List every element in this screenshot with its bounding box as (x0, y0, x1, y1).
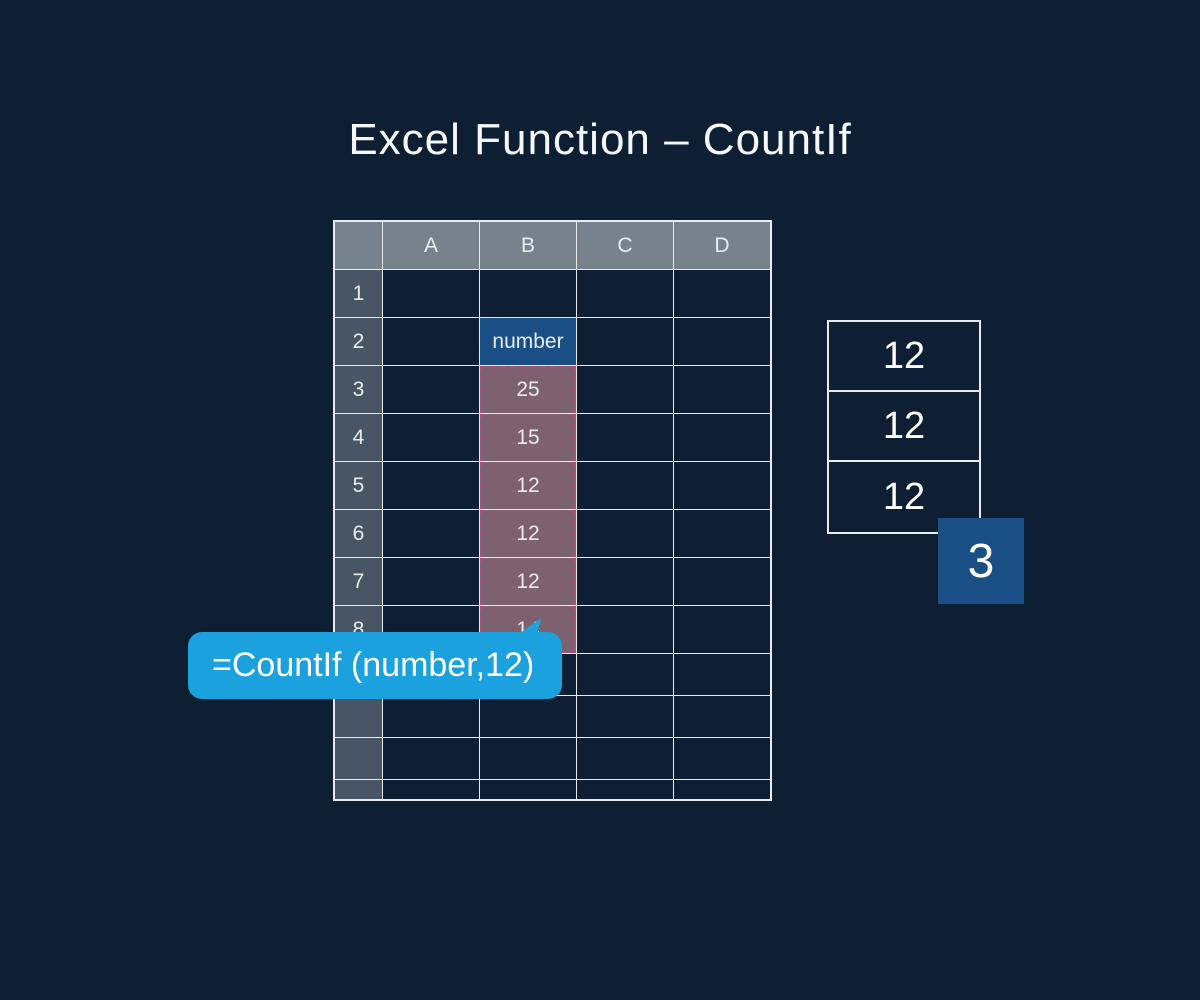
cell-D5 (674, 462, 771, 510)
table-row: 3 25 (335, 366, 771, 414)
corner-cell (335, 222, 383, 270)
row-header-blank (335, 780, 383, 800)
row-header-7: 7 (335, 558, 383, 606)
table-row-empty (335, 696, 771, 738)
cell-A5 (383, 462, 480, 510)
table-row-empty (335, 738, 771, 780)
cell-B5: 12 (480, 462, 577, 510)
row-header-5: 5 (335, 462, 383, 510)
col-header-A: A (383, 222, 480, 270)
table-row: 8 14 (335, 606, 771, 654)
diagram-canvas: Excel Function – CountIf A B C D 1 2 (0, 0, 1200, 1000)
cell-D8 (674, 606, 771, 654)
match-item: 12 (829, 322, 979, 392)
cell-A6 (383, 510, 480, 558)
table-row-empty (335, 654, 771, 696)
column-header-row: A B C D (335, 222, 771, 270)
table-row: 4 15 (335, 414, 771, 462)
cell-B3: 25 (480, 366, 577, 414)
table-row: 5 12 (335, 462, 771, 510)
named-range-header: number (480, 318, 577, 366)
count-result-badge: 3 (938, 518, 1024, 604)
spreadsheet-table: A B C D 1 2 number (334, 221, 771, 800)
row-header-8: 8 (335, 606, 383, 654)
cell-C5 (577, 462, 674, 510)
table-row: 7 12 (335, 558, 771, 606)
page-title: Excel Function – CountIf (0, 115, 1200, 165)
cell-D4 (674, 414, 771, 462)
cell-B7: 12 (480, 558, 577, 606)
cell-C7 (577, 558, 674, 606)
cell-B1 (480, 270, 577, 318)
cell-A2 (383, 318, 480, 366)
row-header-blank (335, 696, 383, 738)
cell-D2 (674, 318, 771, 366)
spreadsheet: A B C D 1 2 number (333, 220, 772, 801)
cell-A1 (383, 270, 480, 318)
col-header-C: C (577, 222, 674, 270)
cell-C4 (577, 414, 674, 462)
row-header-blank (335, 738, 383, 780)
cell-C2 (577, 318, 674, 366)
row-header-1: 1 (335, 270, 383, 318)
cell-A4 (383, 414, 480, 462)
cell-D6 (674, 510, 771, 558)
row-header-3: 3 (335, 366, 383, 414)
cell-A7 (383, 558, 480, 606)
cell-C1 (577, 270, 674, 318)
row-header-2: 2 (335, 318, 383, 366)
table-row: 2 number (335, 318, 771, 366)
cell-D1 (674, 270, 771, 318)
cell-C3 (577, 366, 674, 414)
cell-D3 (674, 366, 771, 414)
cell-B6: 12 (480, 510, 577, 558)
cell-A3 (383, 366, 480, 414)
match-list: 12 12 12 (827, 320, 981, 534)
cell-B8: 14 (480, 606, 577, 654)
table-row-empty (335, 780, 771, 800)
cell-D7 (674, 558, 771, 606)
row-header-6: 6 (335, 510, 383, 558)
table-row: 6 12 (335, 510, 771, 558)
row-header-4: 4 (335, 414, 383, 462)
table-row: 1 (335, 270, 771, 318)
cell-C8 (577, 606, 674, 654)
cell-A8 (383, 606, 480, 654)
col-header-D: D (674, 222, 771, 270)
row-header-blank (335, 654, 383, 696)
match-item: 12 (829, 392, 979, 462)
cell-C6 (577, 510, 674, 558)
col-header-B: B (480, 222, 577, 270)
cell-B4: 15 (480, 414, 577, 462)
